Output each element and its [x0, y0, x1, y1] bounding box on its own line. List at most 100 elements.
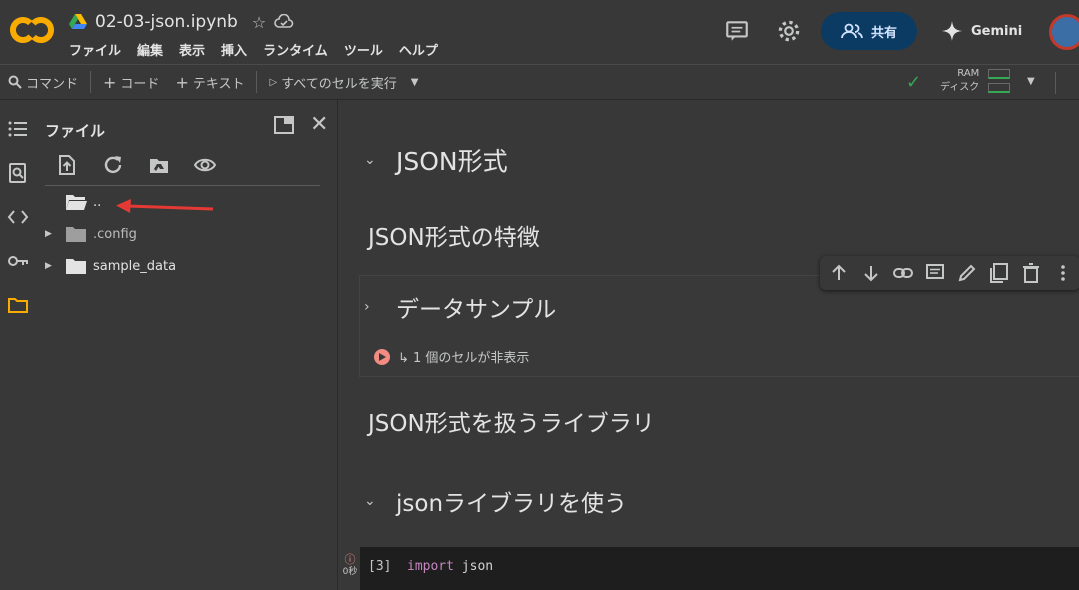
collapse-chevron-icon[interactable]: ⌄ [364, 493, 378, 509]
refresh-icon[interactable] [102, 154, 124, 176]
show-hidden-files-icon[interactable] [194, 154, 216, 176]
runtime-menu-chevron-icon[interactable]: ▼ [1027, 76, 1035, 87]
share-button[interactable]: 共有 [821, 12, 917, 50]
tree-item-sample-data[interactable]: ▶ sample_data [45, 254, 176, 278]
google-drive-icon [69, 14, 87, 29]
resource-labels[interactable]: RAM ディスク [940, 67, 979, 95]
chevron-down-icon[interactable]: ▼ [411, 77, 419, 88]
exec-time: 0秒 [342, 567, 358, 577]
expand-caret-icon[interactable]: ▶ [45, 229, 57, 239]
folder-open-icon [66, 195, 87, 210]
expand-chevron-icon[interactable]: › [364, 299, 378, 315]
toolbar-divider [1055, 72, 1056, 94]
cell-toolbar [820, 256, 1079, 290]
code-cell[interactable]: [3] import json [360, 547, 1079, 590]
heading-text: jsonライブラリを使う [396, 491, 628, 517]
hidden-cells-text: ↳ 1 個のセルが非表示 [398, 351, 530, 366]
ram-bar [988, 69, 1010, 79]
star-icon[interactable]: ☆ [252, 13, 266, 32]
section-heading[interactable]: ⌄ jsonライブラリを使う [364, 484, 627, 518]
upload-file-icon[interactable] [56, 154, 78, 176]
notebook-area: ⌄ JSON形式 JSON形式の特徴 › データサンプル ↳ 1 個のセルが非表… [338, 100, 1079, 590]
toolbar-divider [256, 71, 258, 93]
section-heading[interactable]: ⌄ JSON形式 [364, 142, 508, 178]
secrets-key-icon[interactable] [7, 250, 29, 272]
code-keyword: import [407, 559, 454, 574]
disk-label: ディスク [940, 82, 980, 93]
cell-exec-status[interactable]: ⓘ 0秒 [340, 554, 360, 578]
more-vert-icon[interactable] [1052, 262, 1074, 284]
menu-tools[interactable]: ツール [344, 40, 383, 59]
collapse-chevron-icon[interactable]: ⌄ [364, 152, 378, 168]
heading-text: JSON形式 [396, 147, 508, 176]
hidden-cells-indicator[interactable]: ↳ 1 個のセルが非表示 [374, 347, 529, 366]
files-folder-icon[interactable] [7, 294, 29, 316]
resource-bars[interactable] [988, 69, 1010, 97]
open-in-window-icon[interactable] [274, 116, 294, 134]
close-icon[interactable]: ✕ [310, 112, 328, 137]
mirror-cell-icon[interactable] [988, 262, 1010, 284]
colab-logo-icon[interactable] [10, 14, 54, 46]
notebook-title[interactable]: 02-03-json.ipynb [95, 12, 238, 32]
side-rail [0, 100, 36, 590]
find-replace-icon[interactable] [7, 162, 29, 184]
file-panel-divider [45, 185, 320, 186]
heading-text: データサンプル [396, 297, 557, 323]
link-icon[interactable] [892, 262, 914, 284]
delete-icon[interactable] [1020, 262, 1042, 284]
folder-icon [66, 259, 86, 274]
code-snippets-icon[interactable] [7, 206, 29, 228]
comment-icon[interactable] [924, 262, 946, 284]
command-label: コマンド [26, 76, 79, 92]
run-all-button[interactable]: ▷ すべてのセルを実行 ▼ [261, 65, 426, 99]
gemini-label: Gemini [971, 23, 1023, 39]
section-heading[interactable]: JSON形式の特徴 [368, 218, 540, 252]
exec-count: [3] [368, 559, 392, 574]
command-palette-button[interactable]: コマンド [0, 65, 86, 99]
section-heading-collapsed[interactable]: › データサンプル [364, 290, 556, 324]
annotation-arrow [116, 199, 214, 213]
toolbar-divider [90, 71, 92, 93]
title-row: 02-03-json.ipynb ☆ [69, 10, 294, 34]
menu-help[interactable]: ヘルプ [399, 40, 438, 59]
plus-icon: + [175, 72, 189, 92]
menu-insert[interactable]: 挿入 [221, 40, 247, 59]
code-line[interactable]: import json [407, 559, 493, 574]
run-hidden-cells-icon[interactable] [374, 348, 390, 365]
connected-check-icon: ✓ [906, 72, 922, 93]
ram-label: RAM [957, 68, 980, 79]
text-label: テキスト [192, 76, 245, 92]
gemini-button[interactable]: Gemini [941, 20, 1022, 42]
avatar[interactable] [1049, 14, 1079, 50]
edit-pencil-icon[interactable] [956, 262, 978, 284]
heading-text: JSON形式の特徴 [368, 225, 540, 251]
move-down-icon[interactable] [860, 262, 882, 284]
code-rest: json [453, 559, 494, 574]
gemini-sparkle-icon [942, 21, 962, 41]
menu-runtime[interactable]: ランタイム [263, 40, 328, 59]
tree-item-label: sample_data [93, 258, 177, 274]
section-heading[interactable]: JSON形式を扱うライブラリ [368, 404, 655, 438]
mount-drive-icon[interactable] [148, 154, 170, 176]
menu-view[interactable]: 表示 [179, 40, 205, 59]
tree-item-config[interactable]: ▶ .config [45, 222, 137, 246]
menu-edit[interactable]: 編集 [137, 40, 163, 59]
table-of-contents-icon[interactable] [7, 118, 29, 140]
move-up-icon[interactable] [828, 262, 850, 284]
gear-icon[interactable] [776, 18, 802, 44]
share-label: 共有 [870, 25, 897, 41]
tree-item-parent-dir[interactable]: .. [45, 190, 101, 214]
tree-item-label: .. [93, 194, 102, 210]
cloud-saved-icon[interactable] [274, 14, 294, 30]
colab-app: 02-03-json.ipynb ☆ ファイル 編集 表示 挿入 ランタイム ツ… [0, 0, 1079, 590]
comment-icon[interactable] [724, 18, 750, 44]
menu-bar: ファイル 編集 表示 挿入 ランタイム ツール ヘルプ [69, 40, 438, 59]
file-browser-panel: ファイル ✕ .. ▶ .config ▶ sample_data [36, 100, 338, 590]
menu-file[interactable]: ファイル [69, 40, 121, 59]
code-label: コード [120, 76, 160, 92]
expand-caret-icon[interactable]: ▶ [45, 261, 57, 271]
plus-icon: + [103, 72, 117, 92]
add-text-button[interactable]: + テキスト [167, 65, 252, 99]
header: 02-03-json.ipynb ☆ ファイル 編集 表示 挿入 ランタイム ツ… [0, 0, 1079, 64]
add-code-button[interactable]: + コード [95, 65, 167, 99]
